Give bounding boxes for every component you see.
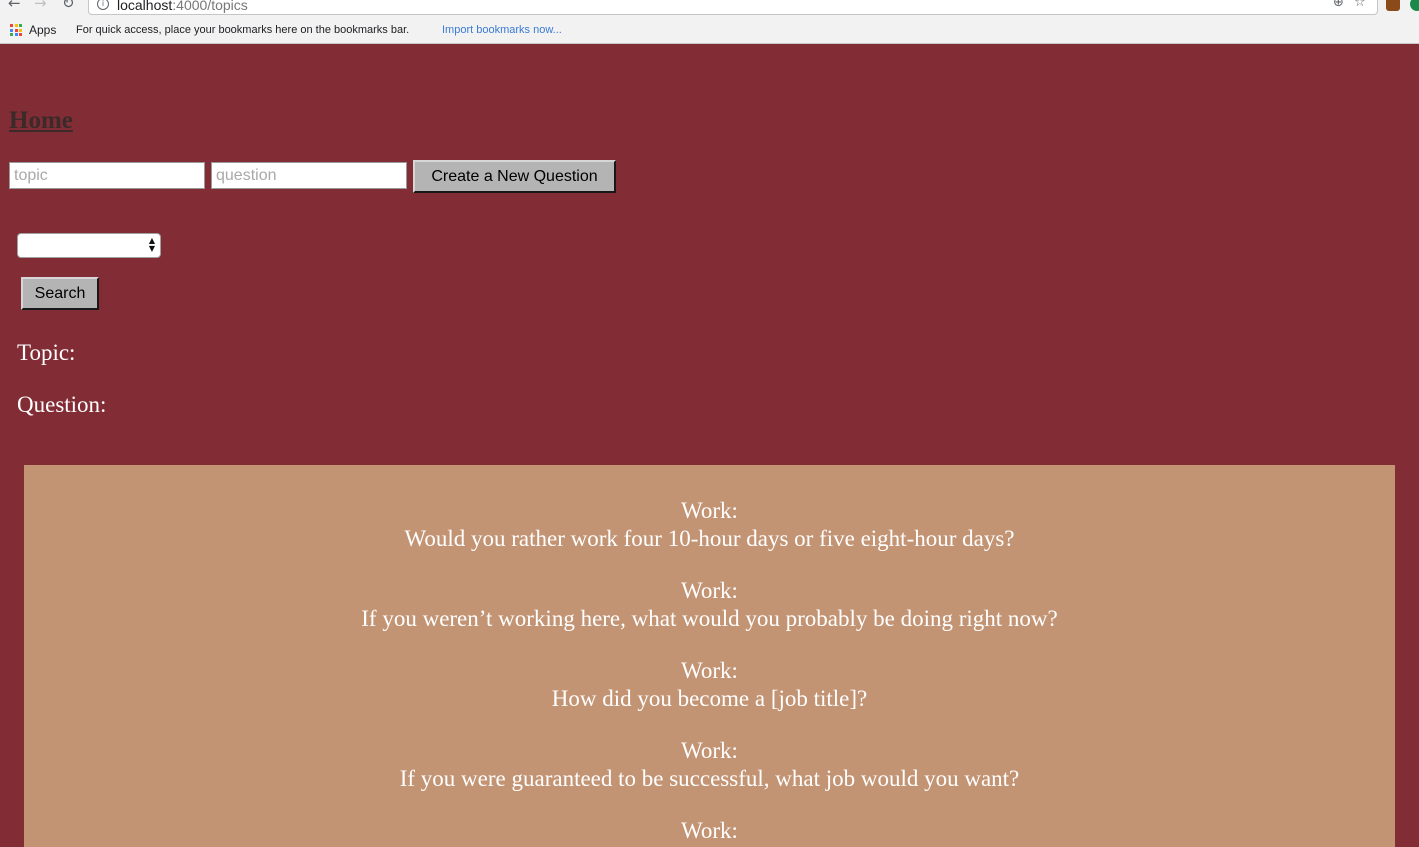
question-input[interactable] — [211, 162, 407, 189]
home-link[interactable]: Home — [9, 107, 73, 135]
item-topic: Work: — [681, 578, 738, 603]
extension-icon[interactable] — [1386, 0, 1400, 11]
topic-label: Topic: — [17, 340, 76, 365]
apps-grid-icon[interactable] — [10, 24, 22, 36]
list-item: Work: If you were guaranteed to be succe… — [24, 737, 1395, 793]
url-text: localhost:4000/topics — [117, 0, 248, 13]
list-item: Work: How did you become a [job title]? — [24, 657, 1395, 713]
reload-icon[interactable]: ↻ — [62, 0, 75, 12]
apps-label[interactable]: Apps — [29, 23, 56, 37]
list-item: Work: — [24, 817, 1395, 845]
item-topic: Work: — [681, 498, 738, 523]
item-question: If you were guaranteed to be successful,… — [399, 766, 1020, 791]
create-question-button[interactable]: Create a New Question — [413, 160, 616, 193]
item-question: How did you become a [job title]? — [551, 686, 868, 711]
select-arrows-icon: ▲ ▼ — [148, 236, 155, 253]
question-label: Question: — [17, 392, 107, 417]
bookmarks-bar: Apps For quick access, place your bookma… — [0, 18, 1419, 44]
back-arrow-icon[interactable]: ← — [8, 0, 21, 12]
questions-list: Work: Would you rather work four 10-hour… — [24, 465, 1395, 847]
profile-icon[interactable] — [1410, 0, 1419, 11]
info-icon[interactable]: i — [97, 0, 109, 10]
url-host: localhost — [117, 0, 173, 13]
zoom-icon[interactable]: ⊕ — [1333, 0, 1344, 10]
search-button[interactable]: Search — [21, 277, 99, 310]
url-path: :4000/topics — [172, 0, 248, 13]
list-item: Work: If you weren’t working here, what … — [24, 577, 1395, 633]
import-bookmarks-link[interactable]: Import bookmarks now... — [442, 24, 562, 36]
bookmarks-hint: For quick access, place your bookmarks h… — [76, 24, 410, 36]
list-item: Work: Would you rather work four 10-hour… — [24, 497, 1395, 553]
browser-chrome: ← → ↻ i localhost:4000/topics ⊕ ☆ Apps F… — [0, 0, 1419, 44]
item-topic: Work: — [681, 818, 738, 843]
bookmark-star-icon[interactable]: ☆ — [1354, 0, 1366, 10]
item-topic: Work: — [681, 738, 738, 763]
item-question: Would you rather work four 10-hour days … — [404, 526, 1015, 551]
item-question: If you weren’t working here, what would … — [361, 606, 1058, 631]
forward-arrow-icon[interactable]: → — [34, 0, 47, 12]
topic-input[interactable] — [9, 162, 205, 189]
address-bar[interactable]: i localhost:4000/topics ⊕ ☆ — [88, 0, 1378, 15]
item-topic: Work: — [681, 658, 738, 683]
topic-select[interactable]: ▲ ▼ — [17, 233, 161, 258]
